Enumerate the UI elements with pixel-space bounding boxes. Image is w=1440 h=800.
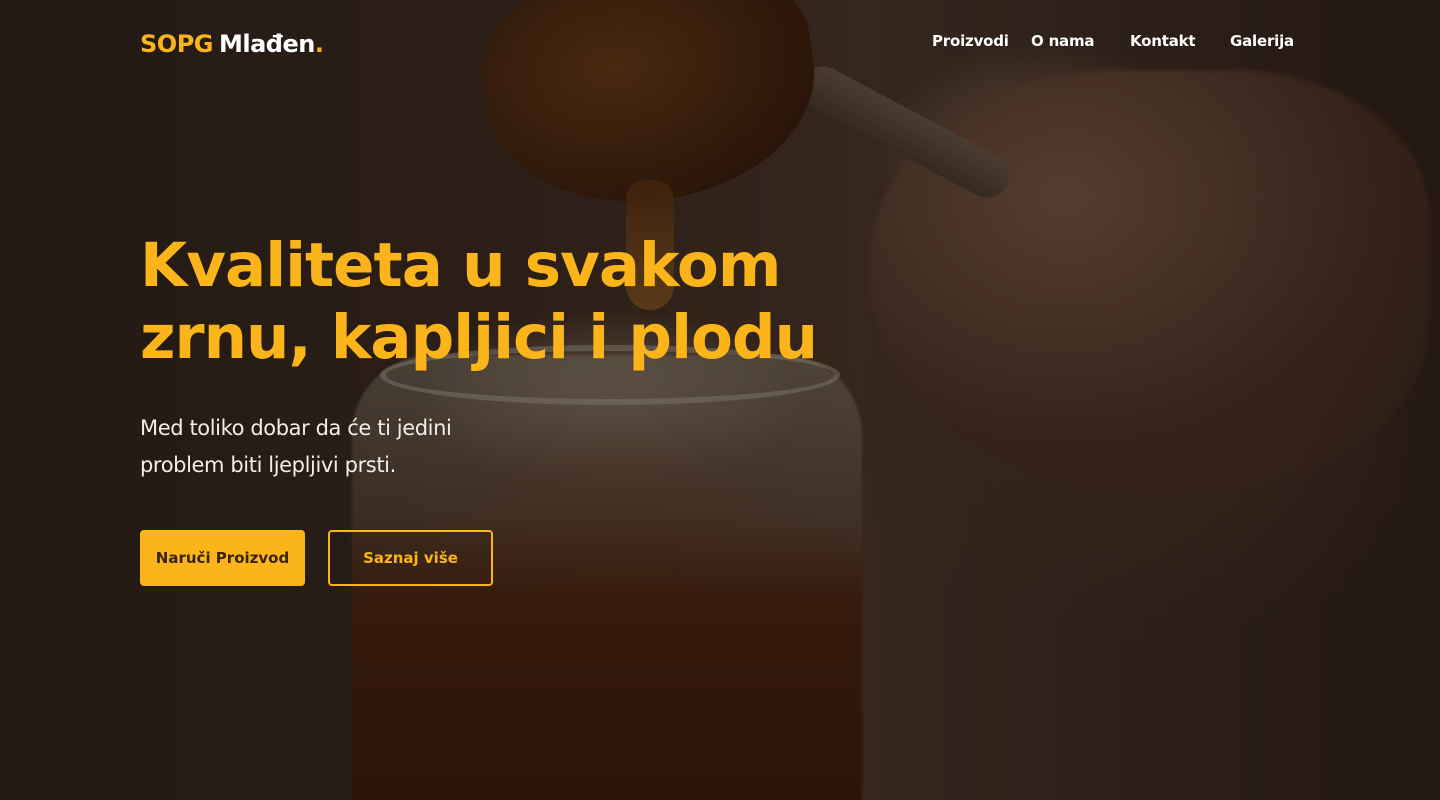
- hero-subtitle: Med toliko dobar da će ti jedini problem…: [140, 410, 520, 484]
- hero-headline: Kvaliteta u svakom zrnu, kapljici i plod…: [140, 230, 860, 374]
- brand-logo[interactable]: SOPG Mlađen.: [140, 30, 324, 58]
- hero-section: SOPG Mlađen. Proizvodi O nama Kontakt Gal…: [0, 0, 1440, 800]
- logo-accent-text: SOPG: [140, 30, 213, 58]
- hero-headline-line1: Kvaliteta u svakom: [140, 230, 781, 301]
- logo-dot: .: [314, 30, 324, 58]
- logo-name-text: Mlađen: [218, 30, 315, 58]
- hero-subtitle-line2: problem biti ljepljivi prsti.: [140, 453, 396, 477]
- nav-item-galerija[interactable]: Galerija: [1230, 32, 1294, 50]
- hero-headline-line2: zrnu, kapljici i plodu: [140, 302, 818, 373]
- nav-item-o-nama[interactable]: O nama: [1031, 32, 1130, 50]
- nav-item-proizvodi[interactable]: Proizvodi: [932, 32, 1031, 50]
- hero-buttons: Naruči Proizvod Saznaj više: [140, 530, 860, 586]
- nav-menu: Proizvodi O nama Kontakt Galerija: [932, 32, 1294, 50]
- top-navigation: SOPG Mlađen. Proizvodi O nama Kontakt Gal…: [0, 0, 1440, 84]
- nav-item-kontakt[interactable]: Kontakt: [1130, 32, 1230, 50]
- hero-content: Kvaliteta u svakom zrnu, kapljici i plod…: [140, 230, 860, 586]
- order-product-button[interactable]: Naruči Proizvod: [140, 530, 305, 586]
- learn-more-button[interactable]: Saznaj više: [328, 530, 493, 586]
- hero-subtitle-line1: Med toliko dobar da će ti jedini: [140, 416, 452, 440]
